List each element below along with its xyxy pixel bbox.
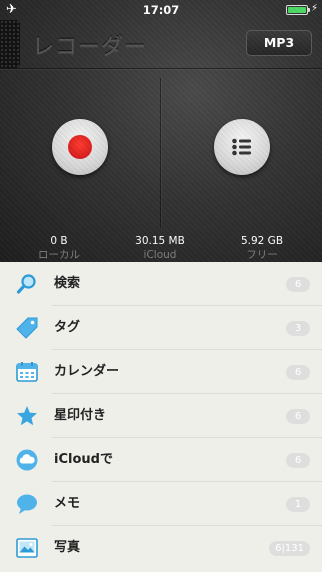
recorder-panel: ✈ 17:07 ⚡ レコーダー MP3 0 B ローカル 30.15 MB iC… <box>0 0 322 262</box>
header-divider <box>0 68 322 69</box>
menu-item-photos[interactable]: 写真 6|131 <box>0 526 322 570</box>
storage-icloud-value: 30.15 MB <box>135 235 185 247</box>
battery-icon <box>286 5 310 15</box>
photo-icon <box>16 538 38 558</box>
cloud-icon <box>16 449 38 471</box>
count-badge: 6 <box>286 277 310 292</box>
menu-item-icloud[interactable]: iCloudで 6 <box>0 438 322 482</box>
menu-item-label: 写真 <box>54 540 81 555</box>
status-time: 17:07 <box>142 3 180 17</box>
charging-icon: ⚡ <box>310 3 318 14</box>
status-bar: ✈ 17:07 ⚡ <box>0 0 322 20</box>
storage-free-value: 5.92 GB <box>240 235 284 247</box>
recordings-list-button[interactable] <box>214 119 270 175</box>
menu-item-label: カレンダー <box>54 364 120 379</box>
menu-item-starred[interactable]: 星印付き 6 <box>0 394 322 438</box>
list-icon <box>232 138 251 156</box>
menu-item-label: iCloudで <box>54 452 113 467</box>
menu-item-label: メモ <box>54 496 81 511</box>
count-badge: 6|131 <box>269 541 310 556</box>
menu-item-label: 検索 <box>54 276 81 291</box>
storage-local-value: 0 B <box>50 235 68 247</box>
menu-item-label: 星印付き <box>54 408 107 423</box>
search-icon <box>16 274 36 294</box>
storage-local-label: ローカル <box>38 249 80 261</box>
storage-icloud: 30.15 MB iCloud <box>110 235 210 262</box>
panel-divider <box>160 78 161 228</box>
menu-list: 検索 6 タグ 3 カレンダー 6 星印付き 6 iCloudで 6 メモ 1 … <box>0 262 322 570</box>
storage-icloud-label: iCloud <box>143 249 177 261</box>
record-button[interactable] <box>52 119 108 175</box>
page-title: レコーダー <box>32 35 148 60</box>
menu-item-calendar[interactable]: カレンダー 6 <box>0 350 322 394</box>
sidebar-handle[interactable] <box>0 20 20 68</box>
tag-icon <box>16 317 38 339</box>
count-badge: 1 <box>286 497 310 512</box>
menu-item-search[interactable]: 検索 6 <box>0 262 322 306</box>
menu-item-tags[interactable]: タグ 3 <box>0 306 322 350</box>
count-badge: 3 <box>286 321 310 336</box>
count-badge: 6 <box>286 365 310 380</box>
star-icon <box>17 406 37 426</box>
speech-bubble-icon <box>17 494 37 514</box>
record-icon <box>68 135 92 159</box>
menu-item-memo[interactable]: メモ 1 <box>0 482 322 526</box>
count-badge: 6 <box>286 453 310 468</box>
format-button[interactable]: MP3 <box>246 30 312 56</box>
count-badge: 6 <box>286 409 310 424</box>
storage-local: 0 B ローカル <box>9 235 109 262</box>
menu-item-label: タグ <box>54 320 81 335</box>
storage-free-label: フリー <box>246 249 278 261</box>
storage-free: 5.92 GB フリー <box>212 235 312 262</box>
calendar-icon <box>16 362 38 382</box>
